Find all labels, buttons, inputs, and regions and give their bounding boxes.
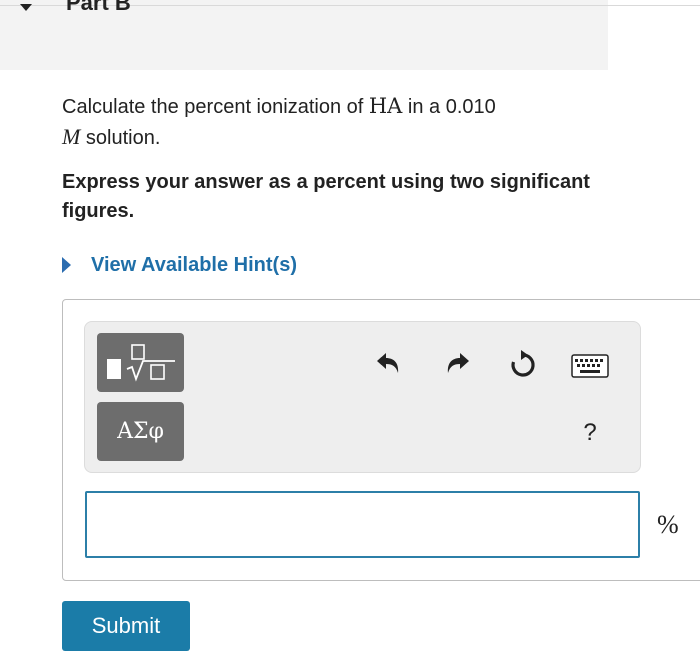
species-symbol: HA	[368, 94, 403, 118]
part-title: Part B	[66, 0, 131, 15]
reset-button[interactable]	[506, 348, 540, 382]
keyboard-icon	[571, 354, 609, 378]
undo-icon	[377, 353, 399, 373]
templates-button[interactable]	[97, 333, 184, 392]
reset-icon	[511, 350, 535, 377]
redo-button[interactable]	[442, 348, 474, 380]
redo-icon	[447, 353, 469, 373]
answer-input[interactable]	[85, 491, 640, 558]
help-button[interactable]: ?	[576, 418, 604, 448]
greek-symbols-button[interactable]: ΑΣφ	[97, 402, 184, 461]
templates-sqrt-icon	[106, 343, 175, 382]
units-label: %	[657, 510, 679, 539]
question-prefix: Calculate the percent ionization of	[62, 96, 369, 118]
view-hints-link[interactable]: View Available Hint(s)	[62, 250, 297, 280]
hint-link-label: View Available Hint(s)	[91, 253, 297, 276]
question-text: Calculate the percent ionization of HA i…	[62, 92, 602, 153]
collapse-arrow-icon[interactable]	[20, 4, 32, 11]
question-middle: in a 0.010	[402, 96, 496, 118]
keyboard-button[interactable]	[570, 352, 610, 380]
submit-button[interactable]: Submit	[62, 601, 190, 651]
question-suffix: solution.	[80, 127, 161, 149]
instruction-text: Express your answer as a percent using t…	[62, 171, 590, 222]
undo-button[interactable]	[372, 348, 404, 380]
molarity-unit: M	[62, 124, 81, 149]
expand-arrow-icon	[62, 257, 71, 273]
